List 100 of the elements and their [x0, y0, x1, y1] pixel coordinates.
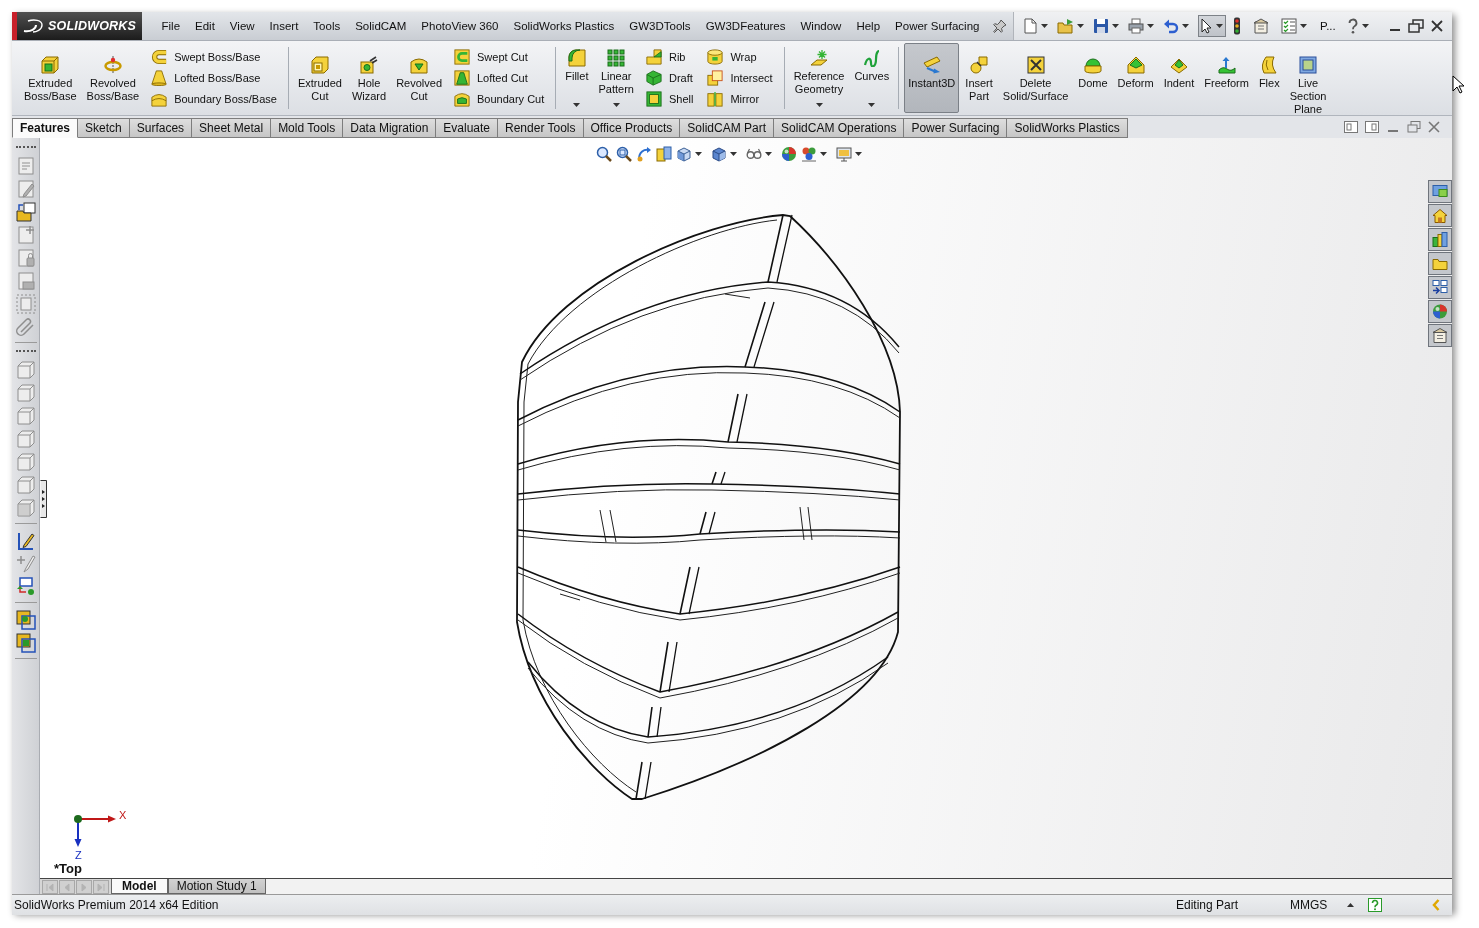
menu-item[interactable]: Help: [848, 20, 888, 32]
cube-icon[interactable]: [676, 146, 692, 162]
caret-icon[interactable]: [1299, 24, 1307, 28]
stacked-squares-icon[interactable]: [15, 610, 36, 630]
tool-button[interactable]: Wrap: [703, 46, 777, 68]
glasses-icon[interactable]: [746, 146, 762, 162]
caret-icon[interactable]: [820, 152, 827, 156]
caret-icon[interactable]: [730, 152, 737, 156]
tool-button[interactable]: Mirror: [703, 88, 777, 110]
menu-item[interactable]: File: [154, 20, 188, 32]
sphere-icon[interactable]: [781, 146, 797, 162]
tool-button[interactable]: Shell: [641, 88, 698, 110]
home-icon[interactable]: [1428, 204, 1452, 227]
tool-button[interactable]: Boundary Cut: [450, 88, 549, 110]
tab[interactable]: SolidWorks Plastics: [1007, 118, 1128, 138]
tool-button[interactable]: Reference Geometry: [789, 43, 849, 113]
caret-icon[interactable]: [815, 103, 823, 107]
tool-button[interactable]: Extruded Boss/Base: [20, 43, 81, 113]
menu-item[interactable]: Power Surfacing: [887, 20, 987, 32]
tab[interactable]: Surfaces: [129, 118, 193, 138]
menu-item[interactable]: GW3DTools: [621, 20, 699, 32]
magnifier-icon[interactable]: [596, 146, 612, 162]
document-box-icon[interactable]: [1252, 18, 1269, 34]
menu-item[interactable]: Tools: [305, 20, 348, 32]
tool-button[interactable]: Delete Solid/Surface: [998, 43, 1073, 113]
tab[interactable]: Power Surfacing: [904, 118, 1008, 138]
units-label[interactable]: MMGS: [1290, 898, 1347, 912]
monitor-icon[interactable]: [836, 146, 852, 162]
tab[interactable]: SolidCAM Operations: [774, 118, 905, 138]
flyout-handle-icon[interactable]: [40, 480, 47, 518]
tool-button[interactable]: Indent: [1159, 43, 1199, 113]
stacked-squares-icon[interactable]: [15, 633, 36, 653]
caret-icon[interactable]: [765, 152, 772, 156]
caret-up-icon[interactable]: [1347, 903, 1354, 907]
tab[interactable]: Sheet Metal: [192, 118, 272, 138]
caret-icon[interactable]: [695, 152, 702, 156]
menu-item[interactable]: PhotoView 360: [413, 20, 506, 32]
document-box-icon[interactable]: [1428, 324, 1452, 347]
folder-icon[interactable]: [1428, 252, 1452, 275]
caret-icon[interactable]: [1181, 24, 1189, 28]
new-document-icon[interactable]: [1021, 18, 1038, 34]
caret-icon[interactable]: [1040, 24, 1048, 28]
monitor-icon[interactable]: [1428, 180, 1452, 203]
menu-item[interactable]: GW3DFeatures: [698, 20, 793, 32]
caret-icon[interactable]: [1146, 24, 1154, 28]
printer-icon[interactable]: [1127, 18, 1144, 34]
tool-button[interactable]: Draft: [641, 67, 698, 89]
traffic-light-icon[interactable]: [1232, 17, 1241, 35]
tool-button[interactable]: Swept Boss/Base: [147, 46, 281, 68]
sketch-pencil-icon[interactable]: [15, 531, 36, 551]
menu-item[interactable]: SolidWorks Plastics: [506, 20, 622, 32]
tool-button[interactable]: Curves: [850, 43, 894, 113]
pushpin-icon[interactable]: [992, 19, 1007, 33]
tool-button[interactable]: Lofted Cut: [450, 67, 549, 89]
tool-button[interactable]: Hole Wizard: [347, 43, 391, 113]
menu-item[interactable]: Insert: [262, 20, 306, 32]
tool-button[interactable]: Insert Part: [961, 43, 997, 113]
caret-icon[interactable]: [1361, 24, 1369, 28]
caret-icon[interactable]: [612, 103, 620, 107]
caret-icon[interactable]: [573, 103, 581, 107]
tool-button[interactable]: Live Section Plane: [1285, 43, 1331, 113]
close-icon[interactable]: [1430, 19, 1444, 33]
tab[interactable]: Sketch: [78, 118, 130, 138]
window-tile-icon[interactable]: [1344, 121, 1358, 133]
caret-icon[interactable]: [1111, 24, 1119, 28]
tab[interactable]: Render Tools: [498, 118, 584, 138]
shaded-cube-icon[interactable]: [711, 146, 727, 162]
tool-button[interactable]: Fillet: [561, 43, 593, 113]
tool-button[interactable]: Rib: [641, 46, 698, 68]
tab[interactable]: Office Products: [583, 118, 681, 138]
tool-button[interactable]: Revolved Cut: [392, 43, 446, 113]
help-icon[interactable]: [1368, 898, 1382, 912]
menu-item[interactable]: SolidCAM: [347, 20, 414, 32]
toolbar-text-button[interactable]: P...: [1319, 20, 1336, 32]
tool-button[interactable]: Instant3D: [904, 43, 960, 113]
tool-button[interactable]: Freeform: [1200, 43, 1253, 113]
two-panels-icon[interactable]: [656, 146, 672, 162]
select-tool-button[interactable]: [1197, 15, 1226, 37]
curved-arrow-icon[interactable]: [636, 146, 652, 162]
checklist-icon[interactable]: [1280, 18, 1297, 34]
tab[interactable]: Data Migration: [343, 118, 437, 138]
menu-item[interactable]: View: [222, 20, 263, 32]
bars-icon[interactable]: [1428, 228, 1452, 251]
tool-button[interactable]: Swept Cut: [450, 46, 549, 68]
caret-icon[interactable]: [855, 152, 862, 156]
menu-item[interactable]: Edit: [187, 20, 223, 32]
menu-item[interactable]: Window: [793, 20, 849, 32]
tool-button[interactable]: Boundary Boss/Base: [147, 88, 281, 110]
linked-blocks-icon[interactable]: [15, 577, 36, 597]
tool-button[interactable]: Extruded Cut: [293, 43, 346, 113]
tool-button[interactable]: Deform: [1113, 43, 1158, 113]
tab[interactable]: Mold Tools: [271, 118, 344, 138]
caret-icon[interactable]: [868, 103, 876, 107]
tool-button[interactable]: Flex: [1254, 43, 1284, 113]
three-circles-icon[interactable]: [801, 146, 817, 162]
tool-button[interactable]: Lofted Boss/Base: [147, 67, 281, 89]
tab[interactable]: Features: [12, 118, 79, 138]
tool-button[interactable]: Intersect: [703, 67, 777, 89]
caret-icon[interactable]: [1076, 24, 1084, 28]
restore-icon[interactable]: [1408, 19, 1424, 33]
